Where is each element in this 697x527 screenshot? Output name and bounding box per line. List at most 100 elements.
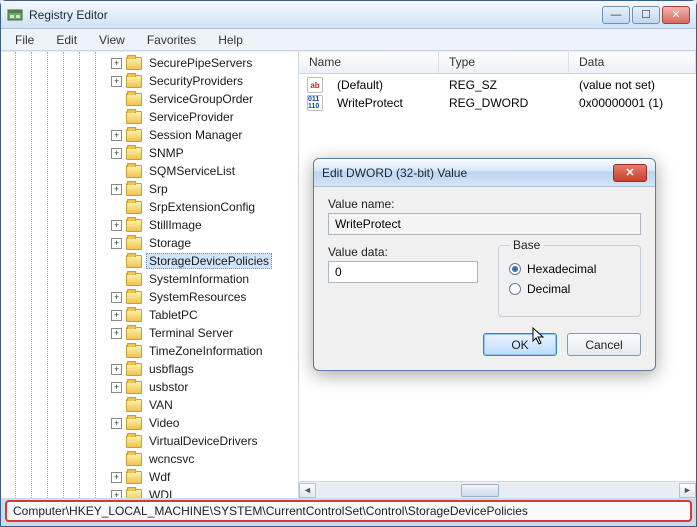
tree-item[interactable]: + SecurePipeServers — [1, 54, 298, 72]
tree-item-label[interactable]: Srp — [146, 181, 171, 197]
horizontal-scrollbar[interactable]: ◄ ► — [299, 481, 696, 498]
tree-item[interactable]: + usbflags — [1, 360, 298, 378]
col-data[interactable]: Data — [569, 52, 696, 73]
expander-icon[interactable]: + — [111, 292, 122, 303]
tree-item[interactable]: + SystemResources — [1, 288, 298, 306]
tree-item-label[interactable]: TimeZoneInformation — [146, 343, 266, 359]
menu-edit[interactable]: Edit — [46, 31, 87, 49]
tree-item-label[interactable]: Session Manager — [146, 127, 245, 143]
tree-item-label[interactable]: StorageDevicePolicies — [146, 253, 272, 269]
tree-item-label[interactable]: SrpExtensionConfig — [146, 199, 258, 215]
menu-file[interactable]: File — [5, 31, 44, 49]
col-type[interactable]: Type — [439, 52, 569, 73]
tree-item-label[interactable]: SNMP — [146, 145, 187, 161]
tree-item-label[interactable]: VAN — [146, 397, 176, 413]
tree-item[interactable]: + Video — [1, 414, 298, 432]
menu-help[interactable]: Help — [208, 31, 253, 49]
tree-item-label[interactable]: SecurePipeServers — [146, 55, 255, 71]
tree-item[interactable]: StorageDevicePolicies — [1, 252, 298, 270]
tree-item-label[interactable]: SystemInformation — [146, 271, 252, 287]
tree-item[interactable]: ServiceGroupOrder — [1, 90, 298, 108]
tree-item[interactable]: SrpExtensionConfig — [1, 198, 298, 216]
list-row[interactable]: 011 110WriteProtectREG_DWORD0x00000001 (… — [299, 94, 696, 112]
scroll-left-button[interactable]: ◄ — [299, 483, 316, 498]
tree-pane[interactable]: + SecurePipeServers + SecurityProviders Serv… — [1, 52, 299, 498]
tree-item[interactable]: VirtualDeviceDrivers — [1, 432, 298, 450]
tree-item-label[interactable]: SecurityProviders — [146, 73, 246, 89]
tree-item[interactable]: + TabletPC — [1, 306, 298, 324]
tree-item-label[interactable]: usbflags — [146, 361, 197, 377]
folder-icon — [126, 399, 142, 412]
tree-item[interactable]: + Session Manager — [1, 126, 298, 144]
expander-icon[interactable]: + — [111, 220, 122, 231]
tree-item[interactable]: VAN — [1, 396, 298, 414]
tree-item[interactable]: + WDI — [1, 486, 298, 498]
ok-button[interactable]: OK — [483, 333, 557, 356]
tree-item-label[interactable]: SQMServiceList — [146, 163, 238, 179]
expander-icon[interactable]: + — [111, 472, 122, 483]
tree-item-label[interactable]: StillImage — [146, 217, 205, 233]
tree-item-label[interactable]: Wdf — [146, 469, 173, 485]
tree-item-label[interactable]: VirtualDeviceDrivers — [146, 433, 260, 449]
tree-item[interactable]: + StillImage — [1, 216, 298, 234]
tree-item-label[interactable]: SystemResources — [146, 289, 249, 305]
tree-item-label[interactable]: TabletPC — [146, 307, 201, 323]
expander-icon[interactable]: + — [111, 58, 122, 69]
tree-item-label[interactable]: Storage — [146, 235, 194, 251]
tree-item[interactable]: + Wdf — [1, 468, 298, 486]
scroll-right-button[interactable]: ► — [679, 483, 696, 498]
expander-icon[interactable]: + — [111, 364, 122, 375]
tree-item-label[interactable]: Terminal Server — [146, 325, 236, 341]
tree-item-label[interactable]: Video — [146, 415, 182, 431]
menu-favorites[interactable]: Favorites — [137, 31, 206, 49]
tree-item[interactable]: + Terminal Server — [1, 324, 298, 342]
tree-item-label[interactable]: WDI — [146, 487, 175, 498]
tree-item[interactable]: + SNMP — [1, 144, 298, 162]
expander-icon[interactable]: + — [111, 418, 122, 429]
cancel-button[interactable]: Cancel — [567, 333, 641, 356]
expander-icon[interactable]: + — [111, 148, 122, 159]
scroll-thumb[interactable] — [461, 484, 499, 497]
list-headers[interactable]: Name Type Data — [299, 52, 696, 74]
radio-hexadecimal[interactable]: Hexadecimal — [509, 262, 630, 276]
tree-item-label[interactable]: wcncsvc — [146, 451, 197, 467]
value-name-field[interactable] — [328, 213, 641, 235]
expander-icon[interactable]: + — [111, 328, 122, 339]
tree-item-label[interactable]: ServiceGroupOrder — [146, 91, 256, 107]
radio-hex-label: Hexadecimal — [527, 262, 596, 276]
expander-icon[interactable]: + — [111, 184, 122, 195]
tree-item-label[interactable]: usbstor — [146, 379, 191, 395]
expander-icon[interactable]: + — [111, 130, 122, 141]
folder-icon — [126, 471, 142, 484]
tree-item[interactable]: ServiceProvider — [1, 108, 298, 126]
tree-item-label[interactable]: ServiceProvider — [146, 109, 237, 125]
tree-item[interactable]: + SecurityProviders — [1, 72, 298, 90]
expander-icon[interactable]: + — [111, 76, 122, 87]
radio-decimal[interactable]: Decimal — [509, 282, 630, 296]
tree-item[interactable]: + Storage — [1, 234, 298, 252]
dialog-close-button[interactable]: ✕ — [613, 164, 647, 182]
edit-dword-dialog[interactable]: Edit DWORD (32-bit) Value ✕ Value name: … — [313, 158, 656, 371]
expander-icon[interactable]: + — [111, 310, 122, 321]
dialog-titlebar[interactable]: Edit DWORD (32-bit) Value ✕ — [314, 159, 655, 187]
close-button[interactable]: ✕ — [662, 6, 690, 24]
value-data-field[interactable] — [328, 261, 478, 283]
expander-icon[interactable]: + — [111, 238, 122, 249]
titlebar[interactable]: Registry Editor — ☐ ✕ — [1, 1, 696, 29]
tree-item[interactable]: + Srp — [1, 180, 298, 198]
tree-item[interactable]: SQMServiceList — [1, 162, 298, 180]
expander-icon[interactable]: + — [111, 382, 122, 393]
menu-view[interactable]: View — [89, 31, 135, 49]
minimize-button[interactable]: — — [602, 6, 630, 24]
tree-item[interactable]: SystemInformation — [1, 270, 298, 288]
scroll-track[interactable] — [316, 483, 679, 498]
tree-item[interactable]: wcncsvc — [1, 450, 298, 468]
col-name[interactable]: Name — [299, 52, 439, 73]
radio-dec-indicator[interactable] — [509, 283, 521, 295]
maximize-button[interactable]: ☐ — [632, 6, 660, 24]
radio-hex-indicator[interactable] — [509, 263, 521, 275]
tree-item[interactable]: + usbstor — [1, 378, 298, 396]
tree-item[interactable]: TimeZoneInformation — [1, 342, 298, 360]
list-row[interactable]: ab(Default)REG_SZ(value not set) — [299, 76, 696, 94]
expander-icon[interactable]: + — [111, 490, 122, 499]
